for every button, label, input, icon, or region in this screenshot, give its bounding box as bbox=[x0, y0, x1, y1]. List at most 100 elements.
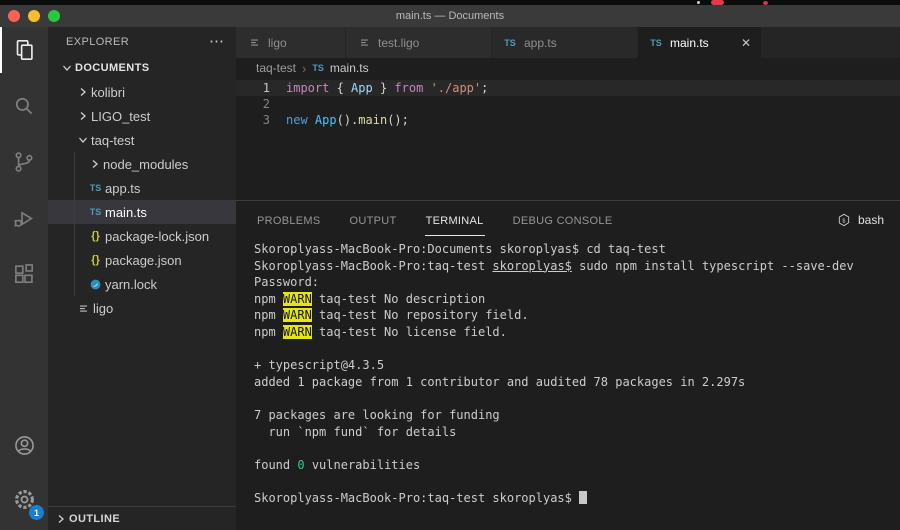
ts-icon: TS bbox=[312, 63, 324, 73]
json-icon: {} bbox=[86, 254, 105, 266]
zoom-window-button[interactable] bbox=[48, 10, 60, 22]
tree-item-label: yarn.lock bbox=[105, 277, 157, 292]
ts-icon: TS bbox=[648, 38, 664, 48]
bottom-panel: PROBLEMS OUTPUT TERMINAL DEBUG CONSOLE $ ba… bbox=[236, 200, 900, 530]
tree-item-ligo[interactable]: ligo bbox=[48, 296, 236, 320]
activity-bar: 1 bbox=[0, 27, 48, 530]
tree-item-app.ts[interactable]: TSapp.ts bbox=[48, 176, 236, 200]
tree-item-kolibri[interactable]: kolibri bbox=[48, 80, 236, 104]
yarn-icon bbox=[86, 278, 105, 291]
tab-label: test.ligo bbox=[378, 36, 419, 50]
chevron-right-icon bbox=[52, 511, 69, 527]
tree-item-package-lock.json[interactable]: {}package-lock.json bbox=[48, 224, 236, 248]
editor-tab-app.ts[interactable]: TSapp.ts bbox=[492, 27, 638, 58]
tree-item-label: kolibri bbox=[91, 85, 125, 100]
terminal-line: npm WARN taq-test No license field. bbox=[254, 324, 900, 341]
more-actions-icon[interactable]: ⋯ bbox=[209, 37, 224, 47]
terminal-line: Skoroplyass-MacBook-Pro:Documents skorop… bbox=[254, 241, 900, 258]
tree-indent-guide bbox=[74, 152, 75, 296]
tree-item-main.ts[interactable]: TSmain.ts bbox=[48, 200, 236, 224]
close-tab-icon[interactable]: ✕ bbox=[741, 36, 751, 50]
panel-tab-terminal[interactable]: TERMINAL bbox=[425, 204, 485, 236]
tree-item-node_modules[interactable]: node_modules bbox=[48, 152, 236, 176]
tree-item-label: node_modules bbox=[103, 157, 188, 172]
terminal-line: found 0 vulnerabilities bbox=[254, 457, 900, 474]
terminal-cursor bbox=[579, 491, 587, 504]
explorer-sidebar: EXPLORER ⋯ DOCUMENTS kolibri LIGO_test taq-… bbox=[48, 27, 236, 530]
tree-item-label: ligo bbox=[93, 301, 113, 316]
shell-label: bash bbox=[858, 213, 884, 227]
panel-tab-problems[interactable]: PROBLEMS bbox=[256, 204, 322, 236]
editor-tab-test.ligo[interactable]: test.ligo bbox=[346, 27, 492, 58]
breadcrumb-file[interactable]: main.ts bbox=[330, 61, 369, 75]
sidebar-title: EXPLORER bbox=[66, 36, 129, 48]
chevron-right-icon bbox=[86, 156, 103, 172]
tree-item-DOCUMENTS[interactable]: DOCUMENTS bbox=[48, 56, 236, 80]
terminal-line: Skoroplyass-MacBook-Pro:taq-test skoropl… bbox=[254, 258, 900, 275]
close-window-button[interactable] bbox=[8, 10, 20, 22]
bash-terminal-icon: $ bbox=[836, 212, 852, 228]
shell-selector[interactable]: $ bash bbox=[836, 212, 884, 228]
tree-item-yarn.lock[interactable]: yarn.lock bbox=[48, 272, 236, 296]
tree-item-label: app.ts bbox=[105, 181, 140, 196]
settings-gear-icon[interactable]: 1 bbox=[0, 476, 48, 522]
file-tree: DOCUMENTS kolibri LIGO_test taq-test node_mo… bbox=[48, 56, 236, 506]
chevron-right-icon: › bbox=[302, 61, 306, 76]
tree-item-label: package-lock.json bbox=[105, 229, 209, 244]
terminal-line: npm WARN taq-test No repository field. bbox=[254, 307, 900, 324]
terminal-line bbox=[254, 341, 900, 358]
panel-header: PROBLEMS OUTPUT TERMINAL DEBUG CONSOLE $ ba… bbox=[236, 201, 900, 238]
source-control-icon[interactable] bbox=[0, 139, 48, 185]
search-icon[interactable] bbox=[0, 83, 48, 129]
tab-label: app.ts bbox=[524, 36, 557, 50]
terminal-line bbox=[254, 473, 900, 490]
tab-label: ligo bbox=[268, 36, 287, 50]
terminal-line bbox=[254, 390, 900, 407]
terminal-line: + typescript@4.3.5 bbox=[254, 357, 900, 374]
tree-item-label: package.json bbox=[105, 253, 182, 268]
line-number: 3 bbox=[236, 112, 286, 128]
terminal-line: 7 packages are looking for funding bbox=[254, 407, 900, 424]
tree-item-label: LIGO_test bbox=[91, 109, 150, 124]
terminal-line: run `npm fund` for details bbox=[254, 424, 900, 441]
breadcrumb-folder[interactable]: taq-test bbox=[256, 61, 296, 75]
code-line-1: 1import { App } from './app'; bbox=[236, 80, 900, 96]
terminal-line bbox=[254, 440, 900, 457]
editor-tab-main.ts[interactable]: TSmain.ts✕ bbox=[638, 27, 762, 58]
tree-item-package.json[interactable]: {}package.json bbox=[48, 248, 236, 272]
tree-item-label: DOCUMENTS bbox=[75, 62, 150, 74]
explorer-icon[interactable] bbox=[0, 27, 48, 73]
settings-badge: 1 bbox=[29, 505, 44, 520]
account-icon[interactable] bbox=[0, 422, 48, 468]
run-and-debug-icon[interactable] bbox=[0, 195, 48, 241]
terminal-line: npm WARN taq-test No description bbox=[254, 291, 900, 308]
json-icon: {} bbox=[86, 230, 105, 242]
code-line-3: 3new App().main(); bbox=[236, 112, 900, 128]
svg-text:$: $ bbox=[842, 218, 845, 224]
editor-tab-ligo[interactable]: ligo bbox=[236, 27, 346, 58]
extensions-icon[interactable] bbox=[0, 251, 48, 297]
terminal-line: Skoroplyass-MacBook-Pro:taq-test skoropl… bbox=[254, 490, 900, 507]
panel-tab-debug-console[interactable]: DEBUG CONSOLE bbox=[512, 204, 614, 236]
panel-tab-output[interactable]: OUTPUT bbox=[349, 204, 398, 236]
chevron-right-icon bbox=[74, 84, 91, 100]
menubar-dot bbox=[697, 1, 700, 4]
workbench: 1 EXPLORER ⋯ DOCUMENTSkolibriLIGO_testta… bbox=[0, 27, 900, 530]
chevron-down-icon bbox=[58, 60, 75, 76]
terminal-output[interactable]: Skoroplyass-MacBook-Pro:Documents skorop… bbox=[236, 238, 900, 530]
traffic-lights bbox=[8, 10, 60, 22]
editor-area: ligotest.ligoTSapp.tsTSmain.ts✕ taq-test… bbox=[236, 27, 900, 530]
list-file-icon bbox=[74, 301, 93, 316]
minimize-window-button[interactable] bbox=[28, 10, 40, 22]
breadcrumb[interactable]: taq-test › TS main.ts bbox=[236, 58, 900, 78]
ts-icon: TS bbox=[86, 207, 105, 217]
tree-item-LIGO_test[interactable]: LIGO_test bbox=[48, 104, 236, 128]
line-number: 2 bbox=[236, 96, 286, 112]
window-title: main.ts — Documents bbox=[396, 10, 504, 22]
ts-icon: TS bbox=[86, 183, 105, 193]
editor-tabs: ligotest.ligoTSapp.tsTSmain.ts✕ bbox=[236, 27, 900, 58]
list-file-icon bbox=[356, 35, 372, 50]
outline-section[interactable]: OUTLINE bbox=[48, 506, 236, 530]
tree-item-taq-test[interactable]: taq-test bbox=[48, 128, 236, 152]
code-editor[interactable]: 1import { App } from './app';23new App()… bbox=[236, 78, 900, 200]
